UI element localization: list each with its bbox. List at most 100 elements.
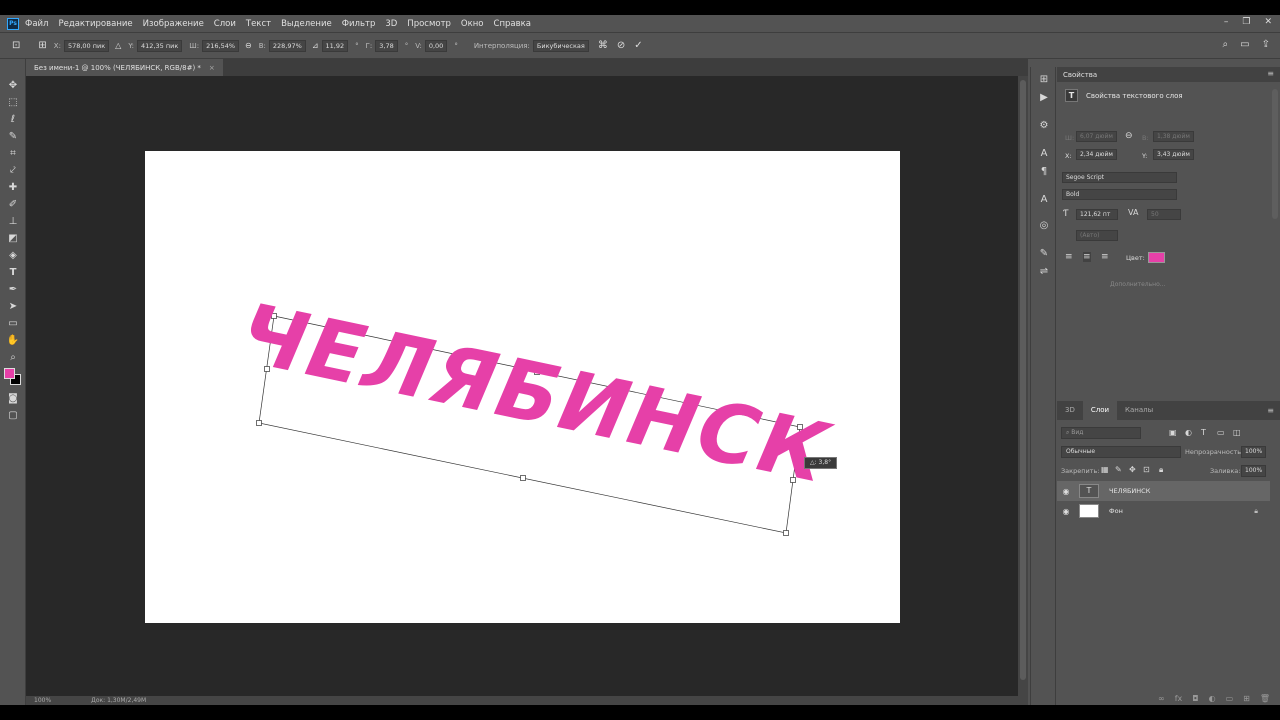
menu-image[interactable]: Изображение [143,19,204,29]
quick-select-tool-icon[interactable]: ✎ [5,130,21,144]
history-icon[interactable]: ⊞ [1037,73,1051,87]
new-adjustment-icon[interactable]: ◐ [1209,694,1216,703]
properties-tab[interactable]: Свойства [1063,71,1097,79]
brushes-icon[interactable]: ✎ [1037,247,1051,261]
warp-icon[interactable]: ⌘ [598,40,608,51]
tab-layers[interactable]: Слои [1082,401,1118,420]
menu-3d[interactable]: 3D [385,19,397,29]
menu-layers[interactable]: Слои [214,19,236,29]
glyphs-icon[interactable]: A [1037,193,1051,207]
document-tab[interactable]: Без имени-1 @ 100% (ЧЕЛЯБИНСК, RGB/8#) *… [26,59,223,76]
workspace-icon[interactable]: ▭ [1240,39,1249,50]
link-icon[interactable]: ⊖ [245,41,252,50]
pen-tool-icon[interactable]: ✒ [5,283,21,297]
filter-pixel-icon[interactable]: ▣ [1169,428,1177,437]
quick-mask-icon[interactable]: ◙ [5,392,21,406]
marquee-tool-icon[interactable]: ⬚ [5,96,21,110]
fill-input[interactable]: 100% [1241,465,1267,477]
font-size-input[interactable]: 121,62 пт [1076,209,1118,220]
props-y-input[interactable]: 3,43 дюйм [1153,149,1194,160]
crop-tool-icon[interactable]: ⌗ [5,147,21,161]
delete-layer-icon[interactable]: 🗑︎ [1260,694,1270,703]
new-group-icon[interactable]: ▭ [1226,694,1234,703]
leading-input[interactable]: (Авто) [1076,230,1118,241]
height-input[interactable]: 228,97% [268,39,306,52]
gradient-tool-icon[interactable]: ◈ [5,249,21,263]
reference-point-icon[interactable]: ⊞ [38,40,46,51]
libraries-icon[interactable]: ◎ [1037,219,1051,233]
eraser-tool-icon[interactable]: ◩ [5,232,21,246]
transform-handle-bottom-middle[interactable] [520,475,526,481]
zoom-level[interactable]: 100% [34,697,51,704]
stamp-tool-icon[interactable]: ⊥ [5,215,21,229]
document-canvas[interactable]: ЧЕЛЯБИНСК △: 3,8° [145,151,900,623]
layers-menu-icon[interactable]: ≡ [1267,406,1274,415]
skew-h-input[interactable]: 3,78 [375,39,398,52]
props-link-icon[interactable]: ⊖ [1125,131,1133,141]
healing-tool-icon[interactable]: ✚ [5,181,21,195]
filter-adjust-icon[interactable]: ◐ [1185,428,1192,437]
props-x-input[interactable]: 2,34 дюйм [1076,149,1117,160]
layer-row-text[interactable]: ◉ T ЧЕЛЯБИНСК [1057,481,1270,501]
layer-name[interactable]: ЧЕЛЯБИНСК [1109,487,1150,495]
props-height-input[interactable]: 1,38 дюйм [1153,131,1194,142]
menu-filter[interactable]: Фильтр [342,19,376,29]
add-mask-icon[interactable]: ◘ [1192,694,1198,703]
layer-filter-input[interactable]: ⌕ Вид [1061,427,1141,439]
more-options-link[interactable]: Дополнительно... [1110,281,1165,288]
minimize-icon[interactable]: – [1224,17,1229,27]
lock-artboard-icon[interactable]: ⊡ [1143,465,1150,474]
transform-tool-icon[interactable]: ⊡ [12,40,20,51]
canvas-scroll-thumb[interactable] [1020,80,1026,680]
shape-tool-icon[interactable]: ▭ [5,317,21,331]
visibility-eye-icon[interactable]: ◉ [1057,507,1075,516]
tab-3d[interactable]: 3D [1057,401,1083,420]
menu-select[interactable]: Выделение [281,19,332,29]
props-width-input[interactable]: 6,07 дюйм [1076,131,1117,142]
close-icon[interactable]: ✕ [1264,17,1272,27]
fx-icon[interactable]: fx [1175,694,1183,703]
filter-shape-icon[interactable]: ▭ [1217,428,1225,437]
text-color-swatch[interactable] [1148,252,1165,263]
commit-transform-icon[interactable]: ✓ [634,40,642,51]
skew-v-input[interactable]: 0,00 [424,39,448,52]
opacity-input[interactable]: 100% [1241,446,1267,458]
blend-mode-select[interactable]: Обычные [1061,446,1181,458]
layer-name[interactable]: Фон [1109,507,1123,515]
lock-position-icon[interactable]: ✥ [1129,465,1136,474]
properties-menu-icon[interactable]: ≡ [1267,69,1274,78]
font-style-select[interactable]: Bold [1062,189,1177,200]
type-tool-icon[interactable]: T [5,266,21,280]
brush-tool-icon[interactable]: ✐ [5,198,21,212]
new-layer-icon[interactable]: ⊞ [1243,694,1250,703]
angle-input[interactable]: 11,92 [321,39,349,52]
menu-file[interactable]: Файл [25,19,48,29]
transform-handle-bottom-left[interactable] [256,420,262,426]
properties-scrollbar[interactable] [1272,89,1278,219]
canvas-text-layer[interactable]: ЧЕЛЯБИНСК [232,286,839,503]
screen-mode-icon[interactable]: ▢ [5,409,21,423]
align-center-icon[interactable]: ≡ [1083,252,1091,262]
menu-view[interactable]: Просмотр [407,19,451,29]
foreground-color-swatch[interactable] [4,368,15,379]
share-icon[interactable]: ⇪ [1262,39,1270,50]
character-icon[interactable]: A [1037,147,1051,161]
menu-window[interactable]: Окно [461,19,484,29]
canvas-vertical-scrollbar[interactable] [1018,76,1028,696]
menu-type[interactable]: Текст [246,19,271,29]
filter-smart-icon[interactable]: ◫ [1233,428,1241,437]
paragraph-icon[interactable]: ¶ [1037,165,1051,179]
lock-all-icon[interactable]: 🔒︎ [1159,465,1163,475]
path-select-tool-icon[interactable]: ➤ [5,300,21,314]
menu-edit[interactable]: Редактирование [58,19,132,29]
zoom-tool-icon[interactable]: ⌕ [5,351,21,365]
font-family-select[interactable]: Segoe Script [1062,172,1177,183]
tracking-input[interactable]: 50 [1147,209,1181,220]
close-tab-icon[interactable]: × [209,64,215,72]
transform-handle-bottom-right[interactable] [783,530,789,536]
width-input[interactable]: 216,54% [202,39,240,52]
interpolation-select[interactable]: Бикубическая [532,39,589,52]
hand-tool-icon[interactable]: ✋ [5,334,21,348]
eyedropper-tool-icon[interactable]: ⤦ [5,164,21,178]
adjustments-icon[interactable]: ⚙ [1037,119,1051,133]
